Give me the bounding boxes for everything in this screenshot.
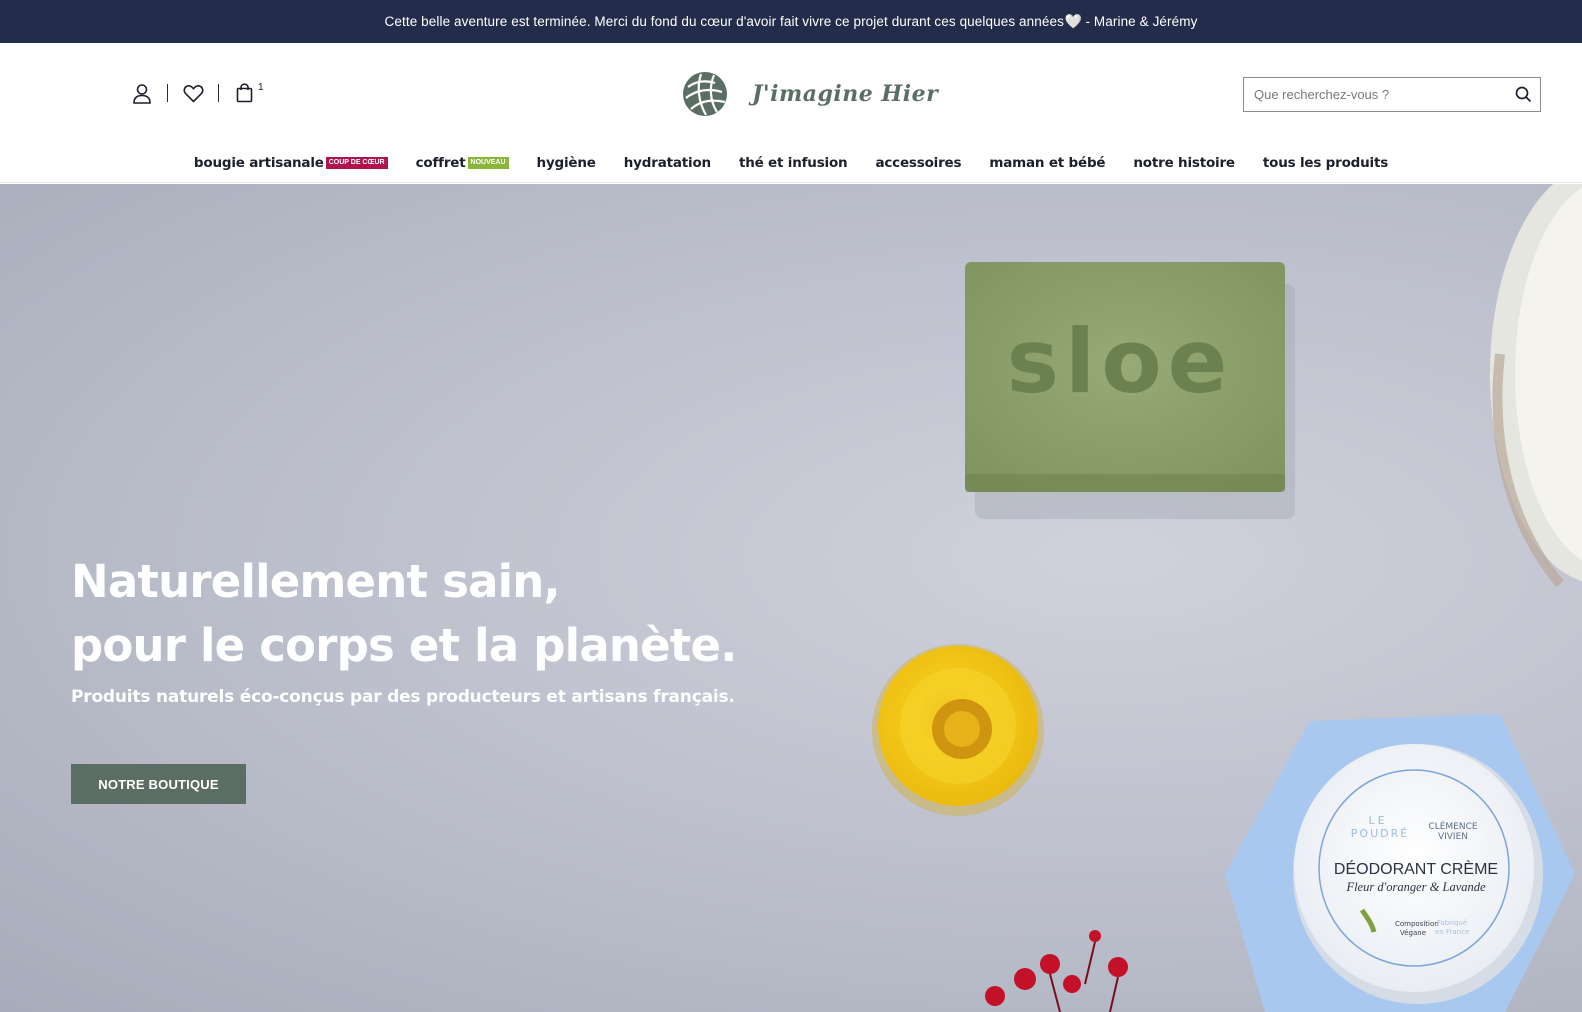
site-header: 1 J'imagine Hier bougie artisanale COUP … — [0, 43, 1582, 183]
white-heart-icon: 🤍 — [1064, 13, 1083, 29]
hero-title: Naturellement sain, pour le corps et la … — [71, 550, 737, 678]
hero-banner: sloe LE POUDRÉ CLÉMENCE VIVIEN DÉODORANT… — [0, 184, 1582, 1012]
user-icon[interactable] — [131, 82, 153, 104]
divider — [167, 84, 168, 102]
hero-subtitle: Produits naturels éco-conçus par des pro… — [71, 687, 735, 707]
hero-title-line-1: Naturellement sain, — [71, 555, 561, 608]
soap-text: sloe — [1007, 310, 1234, 413]
svg-text:LE: LE — [1368, 814, 1387, 827]
deodorant-jar: LE POUDRÉ CLÉMENCE VIVIEN DÉODORANT CRÈM… — [1293, 744, 1543, 1004]
svg-text:Fabriqué: Fabriqué — [1437, 919, 1467, 927]
nav-item-coffret[interactable]: coffret NOUVEAU — [416, 155, 509, 171]
nav-item-label: coffret — [415, 155, 466, 171]
site-logo[interactable]: J'imagine Hier — [682, 71, 938, 117]
nav-item-hygiene[interactable]: hygiène — [537, 155, 596, 171]
svg-text:en France: en France — [1435, 928, 1469, 936]
header-actions: 1 — [131, 81, 264, 105]
svg-text:CLÉMENCE: CLÉMENCE — [1428, 820, 1477, 832]
svg-text:Végane: Végane — [1400, 929, 1426, 937]
nav-item-maman-et-bebe[interactable]: maman et bébé — [989, 155, 1105, 171]
nav-item-tous-les-produits[interactable]: tous les produits — [1263, 155, 1388, 171]
shop-button[interactable]: NOTRE BOUTIQUE — [71, 764, 246, 804]
heart-icon[interactable] — [182, 82, 204, 104]
logo-mark-icon — [683, 72, 727, 116]
nav-item-bougie-artisanale[interactable]: bougie artisanale COUP DE CŒUR — [194, 155, 388, 171]
nav-item-label: bougie artisanale — [193, 155, 324, 171]
badge-nouveau: NOUVEAU — [467, 157, 509, 169]
main-nav: bougie artisanale COUP DE CŒUR coffret N… — [0, 155, 1582, 171]
red-berries — [985, 930, 1128, 1012]
soap-edge — [965, 474, 1285, 492]
svg-text:POUDRÉ: POUDRÉ — [1351, 827, 1409, 840]
svg-text:VIVIEN: VIVIEN — [1438, 832, 1468, 842]
divider — [218, 84, 219, 102]
hero-title-line-2: pour le corps et la planète. — [71, 619, 737, 672]
svg-text:Composition: Composition — [1395, 920, 1439, 928]
nav-item-notre-histoire[interactable]: notre histoire — [1133, 155, 1235, 171]
cart-count: 1 — [258, 82, 264, 93]
badge-coup-de-coeur: COUP DE CŒUR — [325, 157, 388, 169]
cart-button[interactable]: 1 — [233, 82, 264, 104]
search-button[interactable] — [1506, 78, 1540, 111]
nav-item-accessoires[interactable]: accessoires — [875, 155, 961, 171]
announcement-bar: Cette belle aventure est terminée. Merci… — [0, 0, 1582, 43]
nav-item-hydratation[interactable]: hydratation — [624, 155, 711, 171]
shopping-bag-icon — [233, 82, 255, 104]
announcement-signature: - Marine & Jérémy — [1085, 14, 1198, 29]
logo-text: J'imagine Hier — [752, 81, 939, 107]
svg-text:DÉODORANT CRÈME: DÉODORANT CRÈME — [1334, 859, 1498, 878]
search-box — [1243, 77, 1541, 112]
nav-item-the-et-infusion[interactable]: thé et infusion — [739, 155, 848, 171]
search-icon — [1515, 86, 1531, 103]
search-input[interactable] — [1244, 78, 1506, 111]
yellow-flower — [872, 644, 1044, 816]
announcement-text: Cette belle aventure est terminée. Merci… — [384, 14, 1064, 29]
svg-text:Fleur d'oranger & Lavande: Fleur d'oranger & Lavande — [1345, 880, 1486, 894]
